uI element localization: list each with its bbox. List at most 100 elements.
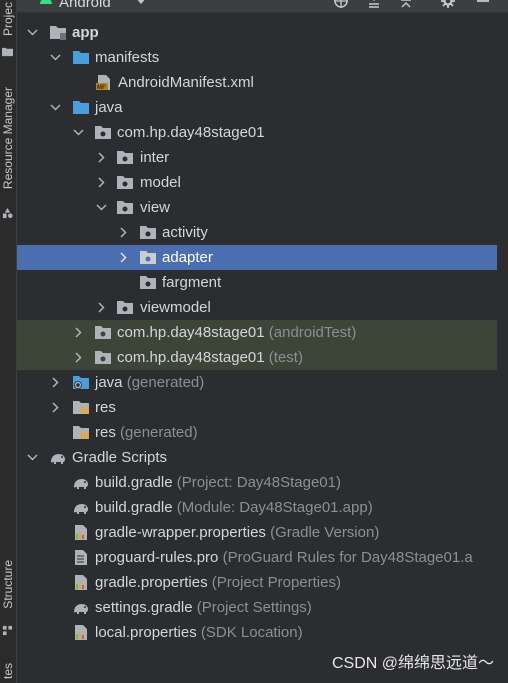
package-icon [117,151,133,164]
package-icon [140,276,156,289]
file-hint: (ProGuard Rules for Day48Stage01.a [222,549,473,566]
tree-item-model[interactable]: model [17,170,497,195]
package-icon [140,226,156,239]
tree-item-package-test[interactable]: com.hp.day48stage01 (test) [17,345,497,370]
module-folder-icon [50,26,66,40]
chevron-down-icon[interactable] [73,127,84,138]
minimize-icon[interactable] [475,0,491,9]
tree-item-app[interactable]: app [17,20,497,45]
chevron-down-icon[interactable] [27,452,38,463]
expand-all-icon[interactable] [398,0,414,9]
chevron-right-icon[interactable] [96,302,107,313]
target-icon[interactable] [333,0,349,9]
chevron-down-icon[interactable] [135,0,147,6]
package-icon [117,176,133,189]
tree-item-res-generated[interactable]: res (generated) [17,420,497,445]
tree-label: Gradle Scripts [72,449,168,466]
tree-label: com.hp.day48stage01 [117,124,265,141]
watermark: CSDN @绵绵思远道～ [331,655,494,672]
tree-label: com.hp.day48stage01 (androidTest) [117,320,356,345]
tree-item-fargment[interactable]: fargment [17,270,497,295]
chevron-down-icon[interactable] [96,202,107,213]
vertical-scrollbar[interactable] [498,18,508,683]
source-folder-icon [73,51,89,64]
folder-hint: (generated) [120,424,198,441]
android-icon [40,0,52,4]
file-name: gradle.properties [95,574,208,591]
file-hint: (SDK Location) [200,624,303,641]
tree-item-gradle-properties[interactable]: gradle.properties (Project Properties) [17,570,497,595]
tree-item-java[interactable]: java [17,95,497,120]
tree-item-gradle-wrapper-properties[interactable]: gradle-wrapper.properties (Gradle Versio… [17,520,497,545]
resource-manager-tab[interactable]: Resource Manager [1,87,15,189]
package-icon [140,251,156,264]
tree-item-gradle-scripts[interactable]: Gradle Scripts [17,445,497,470]
tree-item-view[interactable]: view [17,195,497,220]
tree-label: gradle.properties (Project Properties) [95,570,341,595]
chevron-down-icon[interactable] [27,27,38,38]
tree-item-package-android-test[interactable]: com.hp.day48stage01 (androidTest) [17,320,497,345]
chevron-down-icon[interactable] [50,102,61,113]
package-icon [117,301,133,314]
project-panel: Android app manifests MF AndroidManifest… [17,0,508,683]
tree-label: local.properties (SDK Location) [95,620,303,645]
tree-item-inter[interactable]: inter [17,145,497,170]
package-icon [117,201,133,214]
tree-item-res[interactable]: res [17,395,497,420]
tree-item-build-gradle-module[interactable]: build.gradle (Module: Day48Stage01.app) [17,495,497,520]
chevron-right-icon[interactable] [73,352,84,363]
tree-item-android-manifest[interactable]: MF AndroidManifest.xml [17,70,497,95]
chevron-right-icon[interactable] [50,402,61,413]
project-folder-icon[interactable] [2,46,13,57]
gear-icon[interactable] [440,0,456,9]
chevron-right-icon[interactable] [118,227,129,238]
tree-item-java-generated[interactable]: java (generated) [17,370,497,395]
package-hint: (test) [268,349,303,366]
favorites-tab[interactable]: tes [1,663,15,679]
project-panel-header: Android [17,0,508,13]
file-hint: (Gradle Version) [270,524,380,541]
svg-text:MF: MF [97,85,106,91]
tree-item-adapter[interactable]: adapter [17,245,497,270]
tool-window-strip: Projec Resource Manager Structure tes [0,0,17,683]
gradle-elephant-icon [74,604,88,614]
project-tab[interactable]: Projec [1,2,15,36]
tree-label: res [95,399,116,416]
tree-item-manifests[interactable]: manifests [17,45,497,70]
view-mode-label[interactable]: Android [59,0,111,11]
collapse-all-icon[interactable] [366,0,382,9]
tree-item-build-gradle-project[interactable]: build.gradle (Project: Day48Stage01) [17,470,497,495]
structure-tab[interactable]: Structure [1,560,15,609]
properties-file-icon [75,575,87,590]
resource-manager-icon[interactable] [2,208,13,219]
file-hint: (Project Properties) [211,574,341,591]
tree-item-local-properties[interactable]: local.properties (SDK Location) [17,620,497,645]
file-name: build.gradle [95,499,173,516]
folder-name: java [95,374,123,391]
chevron-right-icon[interactable] [96,177,107,188]
tree-label: model [140,174,181,191]
text-file-icon [75,550,87,565]
tree-item-package-main[interactable]: com.hp.day48stage01 [17,120,497,145]
chevron-right-icon[interactable] [118,252,129,263]
tree-label: java (generated) [95,370,204,395]
chevron-down-icon[interactable] [50,52,61,63]
tree-label: settings.gradle (Project Settings) [95,595,312,620]
tree-label: view [140,199,171,216]
tree-item-activity[interactable]: activity [17,220,497,245]
chevron-right-icon[interactable] [50,377,61,388]
tree-item-settings-gradle[interactable]: settings.gradle (Project Settings) [17,595,497,620]
tree-item-proguard-rules[interactable]: proguard-rules.pro (ProGuard Rules for D… [17,545,497,570]
chevron-right-icon[interactable] [73,327,84,338]
chevron-right-icon[interactable] [96,152,107,163]
file-name: settings.gradle [95,599,193,616]
file-name: build.gradle [95,474,173,491]
manifest-file-icon: MF [96,75,110,91]
gradle-elephant-icon [74,479,88,489]
package-hint: (androidTest) [268,324,357,341]
resource-folder-icon [73,401,89,414]
structure-icon[interactable] [2,625,13,636]
tree-label: build.gradle (Project: Day48Stage01) [95,470,341,495]
tree-item-viewmodel[interactable]: viewmodel [17,295,497,320]
tree-label: inter [140,149,170,166]
